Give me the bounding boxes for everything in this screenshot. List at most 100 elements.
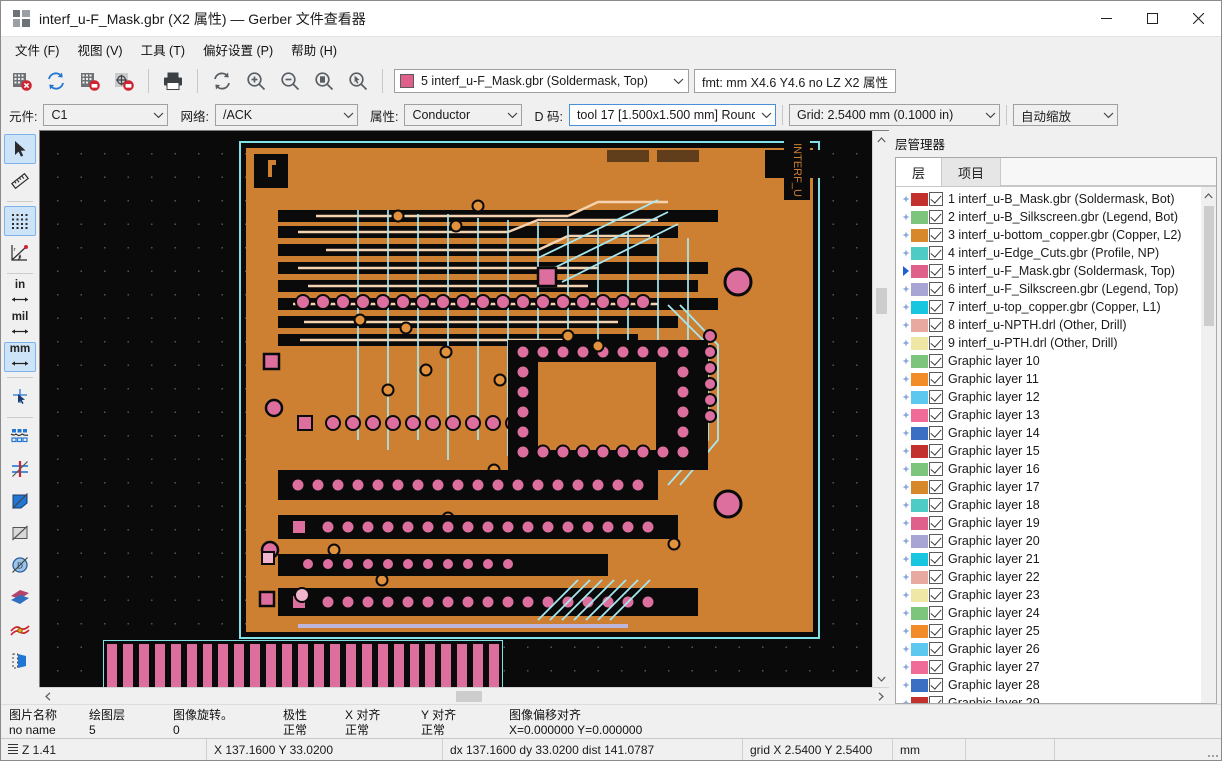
units-inch[interactable]: in (4, 278, 36, 308)
layer-row[interactable]: 2 interf_u-B_Silkscreen.gbr (Legend, Bot… (896, 208, 1216, 226)
pcb-canvas[interactable]: XOX R5 INTERF_U (39, 130, 889, 687)
layer-color-swatch[interactable] (911, 265, 928, 278)
layer-list[interactable]: 1 interf_u-B_Mask.gbr (Soldermask, Bot)2… (896, 187, 1216, 703)
layer-row[interactable]: 4 interf_u-Edge_Cuts.gbr (Profile, NP) (896, 244, 1216, 262)
layer-color-swatch[interactable] (911, 607, 928, 620)
layer-color-swatch[interactable] (911, 355, 928, 368)
scroll-up-icon[interactable] (873, 131, 890, 148)
layer-color-swatch[interactable] (911, 427, 928, 440)
layer-color-swatch[interactable] (911, 283, 928, 296)
open-drill-file-button[interactable] (108, 65, 140, 97)
layer-visibility-checkbox[interactable] (929, 318, 943, 332)
layer-row[interactable]: 3 interf_u-bottom_copper.gbr (Copper, L2… (896, 226, 1216, 244)
scroll-right-icon[interactable] (872, 688, 889, 705)
layer-row[interactable]: Graphic layer 26 (896, 640, 1216, 658)
layer-visibility-checkbox[interactable] (929, 480, 943, 494)
layer-visibility-checkbox[interactable] (929, 228, 943, 242)
layer-visibility-checkbox[interactable] (929, 660, 943, 674)
layer-color-swatch[interactable] (911, 571, 928, 584)
units-mm[interactable]: mm (4, 342, 36, 372)
layer-visibility-checkbox[interactable] (929, 390, 943, 404)
layer-color-swatch[interactable] (911, 589, 928, 602)
layer-color-swatch[interactable] (911, 337, 928, 350)
layer-color-swatch[interactable] (911, 643, 928, 656)
layer-row[interactable]: Graphic layer 14 (896, 424, 1216, 442)
menu-tools[interactable]: 工具 (T) (132, 37, 194, 62)
layer-row[interactable]: Graphic layer 23 (896, 586, 1216, 604)
layer-visibility-checkbox[interactable] (929, 606, 943, 620)
layer-list-scrollbar[interactable] (1201, 187, 1216, 703)
show-layer-manager[interactable] (4, 646, 36, 676)
layer-visibility-checkbox[interactable] (929, 372, 943, 386)
layer-list-scroll-thumb[interactable] (1204, 206, 1214, 326)
layer-visibility-checkbox[interactable] (929, 642, 943, 656)
layer-visibility-checkbox[interactable] (929, 192, 943, 206)
layer-row[interactable]: Graphic layer 28 (896, 676, 1216, 694)
units-mil[interactable]: mil (4, 310, 36, 340)
layer-visibility-checkbox[interactable] (929, 246, 943, 260)
select-cursor-tool[interactable] (4, 134, 36, 164)
menu-view[interactable]: 视图 (V) (68, 37, 131, 62)
zoom-in-button[interactable] (240, 65, 272, 97)
tab-items[interactable]: 项目 (942, 158, 1001, 186)
polar-coords[interactable]: r θ (4, 238, 36, 268)
grid-select[interactable]: Grid: 2.5400 mm (0.1000 in) (789, 104, 1000, 126)
high-contrast-mode[interactable] (4, 614, 36, 644)
layer-color-swatch[interactable] (911, 661, 928, 674)
layer-row[interactable]: Graphic layer 15 (896, 442, 1216, 460)
horizontal-scroll-thumb[interactable] (456, 691, 482, 702)
layer-visibility-checkbox[interactable] (929, 552, 943, 566)
layer-visibility-checkbox[interactable] (929, 264, 943, 278)
cursor-shape[interactable] (4, 382, 36, 412)
layer-color-swatch[interactable] (911, 301, 928, 314)
menu-preferences[interactable]: 偏好设置 (P) (194, 37, 282, 62)
zoom-select[interactable]: 自动缩放 (1013, 104, 1118, 126)
canvas-horizontal-scrollbar[interactable] (39, 687, 889, 704)
layer-row[interactable]: Graphic layer 17 (896, 478, 1216, 496)
layer-color-swatch[interactable] (911, 481, 928, 494)
maximize-button[interactable] (1129, 1, 1175, 37)
layer-color-swatch[interactable] (911, 391, 928, 404)
layer-row[interactable]: Graphic layer 11 (896, 370, 1216, 388)
layer-color-swatch[interactable] (911, 319, 928, 332)
show-lines-sketch[interactable] (4, 454, 36, 484)
layer-visibility-checkbox[interactable] (929, 444, 943, 458)
layer-row[interactable]: 1 interf_u-B_Mask.gbr (Soldermask, Bot) (896, 190, 1216, 208)
zoom-fit-page-button[interactable] (308, 65, 340, 97)
layer-color-swatch[interactable] (911, 553, 928, 566)
layer-row[interactable]: 7 interf_u-top_copper.gbr (Copper, L1) (896, 298, 1216, 316)
layer-row[interactable]: Graphic layer 19 (896, 514, 1216, 532)
menu-file[interactable]: 文件 (F) (6, 37, 68, 62)
layer-color-swatch[interactable] (911, 463, 928, 476)
layer-row[interactable]: 5 interf_u-F_Mask.gbr (Soldermask, Top) (896, 262, 1216, 280)
layer-color-swatch[interactable] (911, 211, 928, 224)
layer-color-swatch[interactable] (911, 229, 928, 242)
clear-layer-button[interactable] (6, 65, 38, 97)
close-button[interactable] (1175, 1, 1221, 37)
reload-all-button[interactable] (40, 65, 72, 97)
scroll-left-icon[interactable] (39, 688, 56, 705)
layer-visibility-checkbox[interactable] (929, 588, 943, 602)
layer-row[interactable]: Graphic layer 21 (896, 550, 1216, 568)
refresh-button[interactable] (206, 65, 238, 97)
layer-visibility-checkbox[interactable] (929, 678, 943, 692)
layer-visibility-checkbox[interactable] (929, 696, 943, 703)
layer-row[interactable]: Graphic layer 10 (896, 352, 1216, 370)
layer-visibility-checkbox[interactable] (929, 462, 943, 476)
layer-visibility-checkbox[interactable] (929, 354, 943, 368)
active-layer-selector[interactable]: 5 interf_u-F_Mask.gbr (Soldermask, Top) (394, 69, 689, 93)
show-pads-sketch[interactable] (4, 422, 36, 452)
layer-visibility-checkbox[interactable] (929, 516, 943, 530)
layer-color-swatch[interactable] (911, 535, 928, 548)
component-select[interactable]: C1 (43, 104, 168, 126)
tab-layers[interactable]: 层 (896, 158, 942, 186)
zoom-to-selection-button[interactable] (342, 65, 374, 97)
canvas-vertical-scrollbar[interactable] (872, 131, 889, 687)
diff-mode[interactable] (4, 582, 36, 612)
layer-visibility-checkbox[interactable] (929, 300, 943, 314)
layer-visibility-checkbox[interactable] (929, 534, 943, 548)
layer-color-swatch[interactable] (911, 445, 928, 458)
open-gerber-file-button[interactable] (74, 65, 106, 97)
zoom-out-button[interactable] (274, 65, 306, 97)
layer-color-swatch[interactable] (911, 517, 928, 530)
